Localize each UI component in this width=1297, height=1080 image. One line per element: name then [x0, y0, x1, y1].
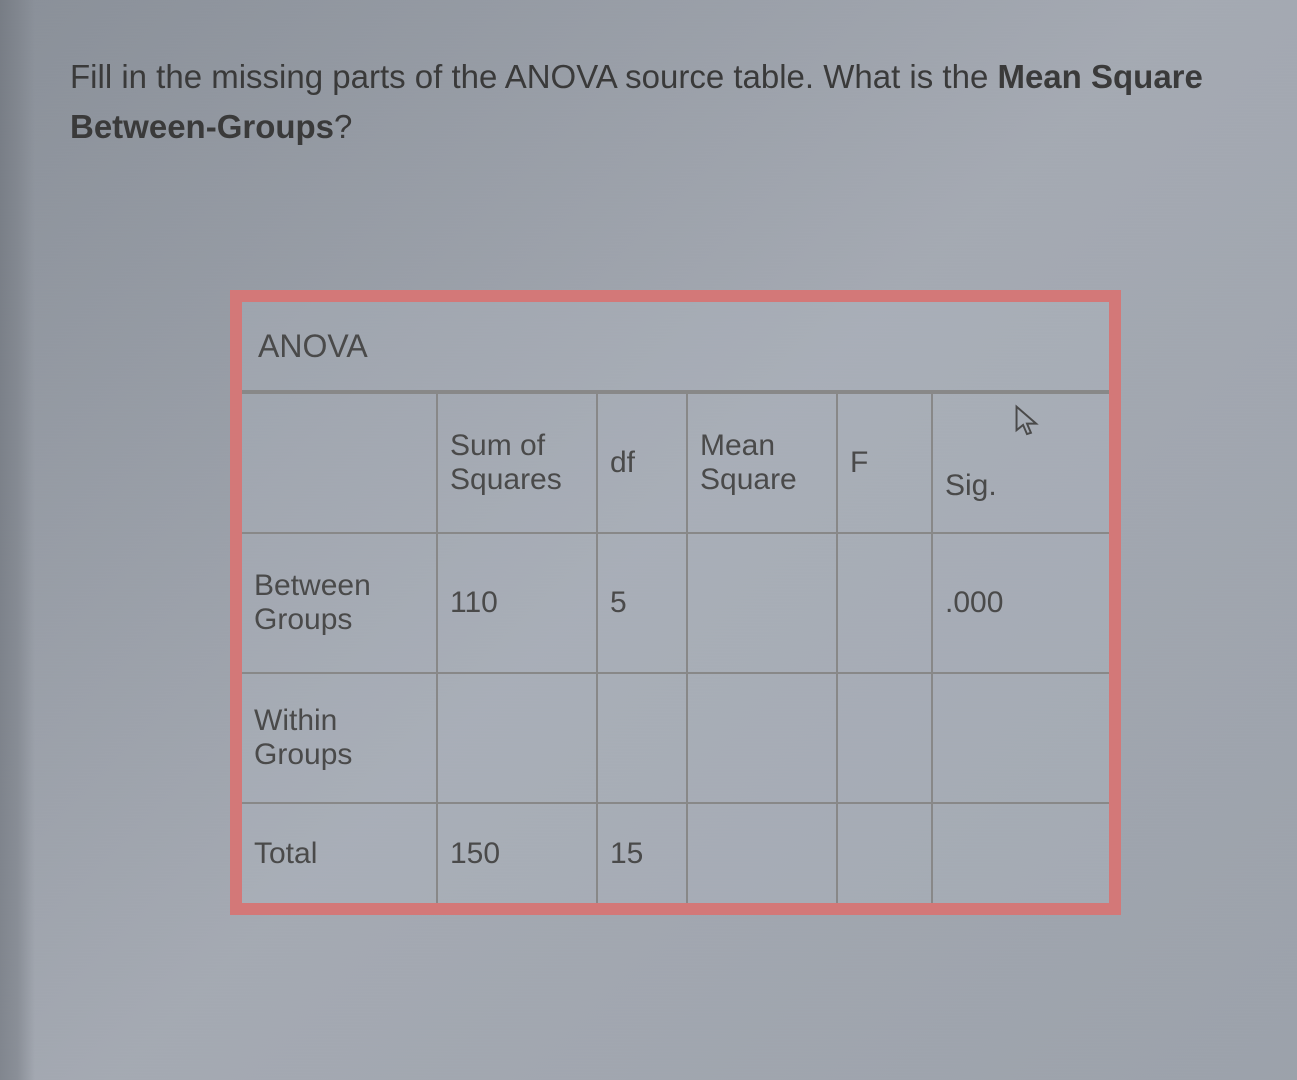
between-sig: .000	[932, 533, 1109, 673]
header-blank	[242, 393, 437, 533]
question-part2: ?	[334, 108, 352, 145]
total-label: Total	[242, 803, 437, 903]
within-df	[597, 673, 687, 803]
question-part1: Fill in the missing parts of the ANOVA s…	[70, 58, 997, 95]
total-sig	[932, 803, 1109, 903]
anova-title: ANOVA	[258, 328, 368, 365]
total-df: 15	[597, 803, 687, 903]
anova-title-row: ANOVA	[242, 302, 1109, 392]
header-sig: Sig.	[932, 393, 1109, 533]
question-text: Fill in the missing parts of the ANOVA s…	[70, 52, 1257, 151]
total-ms	[687, 803, 837, 903]
header-mean-square: Mean Square	[687, 393, 837, 533]
table-header-row: Sum of Squares df Mean Square F Sig.	[242, 393, 1109, 533]
between-df: 5	[597, 533, 687, 673]
cursor-icon	[1013, 404, 1041, 444]
anova-table-container: ANOVA Sum of Squares df Mean Square F Si…	[230, 290, 1121, 915]
header-f: F	[837, 393, 932, 533]
within-sig	[932, 673, 1109, 803]
row-between-groups: Between Groups 110 5 .000	[242, 533, 1109, 673]
within-ms	[687, 673, 837, 803]
row-total: Total 150 15	[242, 803, 1109, 903]
anova-table: Sum of Squares df Mean Square F Sig. Bet…	[242, 392, 1109, 903]
header-sig-label: Sig.	[945, 469, 1097, 503]
between-ms	[687, 533, 837, 673]
within-ss	[437, 673, 597, 803]
between-label: Between Groups	[242, 533, 437, 673]
within-f	[837, 673, 932, 803]
total-ss: 150	[437, 803, 597, 903]
header-df: df	[597, 393, 687, 533]
total-f	[837, 803, 932, 903]
within-label: Within Groups	[242, 673, 437, 803]
between-f	[837, 533, 932, 673]
header-sum-of-squares: Sum of Squares	[437, 393, 597, 533]
between-ss: 110	[437, 533, 597, 673]
row-within-groups: Within Groups	[242, 673, 1109, 803]
